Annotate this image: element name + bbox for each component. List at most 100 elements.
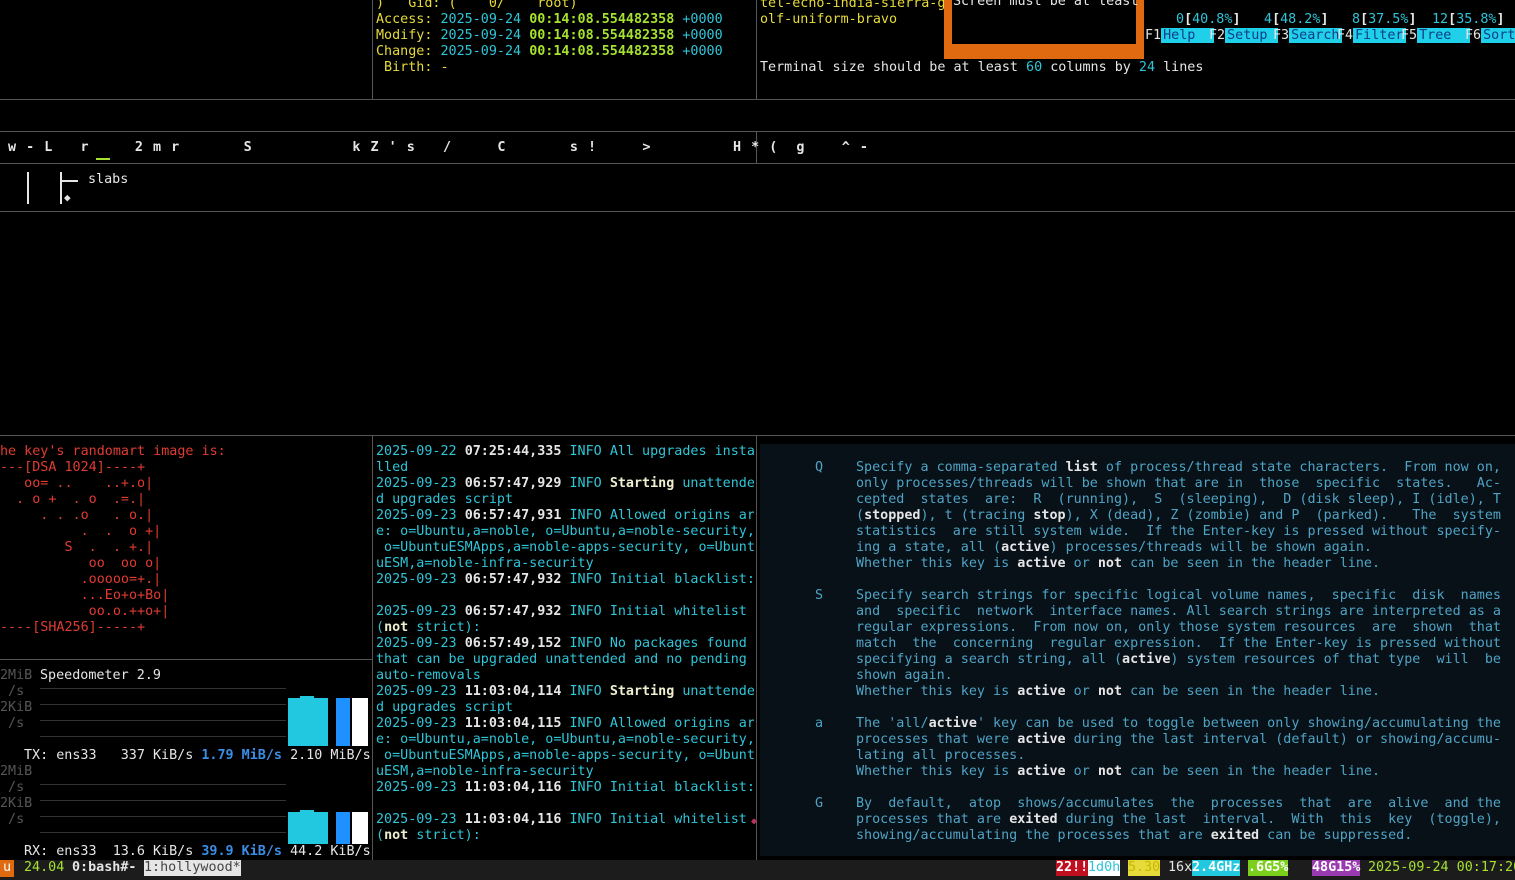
pane-divider bbox=[0, 211, 1515, 212]
randomart-line: oo= .. ..+.o| bbox=[0, 476, 154, 491]
help-text-line: (stopped), t (tracing stop), X (dead), Z… bbox=[856, 508, 1501, 523]
fkey-sortby[interactable]: F6SortB bbox=[1465, 28, 1515, 43]
help-key-label: G bbox=[815, 796, 824, 811]
log-entry-continuation: that can be upgraded unattended and no p… bbox=[376, 652, 747, 667]
rx-graph-bar bbox=[352, 812, 368, 844]
help-text-line: Whether this key is active or not can be… bbox=[856, 684, 1381, 699]
help-text-line: The 'all/active' key can be used to togg… bbox=[856, 716, 1501, 731]
scramble-text: w - L r 2 m r S k Z ' s / C s ! > H * ( … bbox=[8, 140, 869, 155]
tx-graph-bar bbox=[352, 698, 368, 746]
randomart-line: ...Eo+o+Bo| bbox=[0, 588, 170, 603]
pane-divider bbox=[756, 435, 757, 860]
pane-divider bbox=[0, 131, 1515, 132]
pane-divider bbox=[0, 163, 1515, 164]
help-text-line: regular expressions. From now on, only t… bbox=[856, 620, 1501, 635]
help-pane: Q Specify a comma-separated list of proce… bbox=[760, 444, 1515, 856]
randomart-line: oo oo o| bbox=[0, 556, 162, 571]
rx-scale: 2KiB bbox=[0, 796, 33, 811]
log-entry: 2025-09-23 11:03:04,114 INFO Starting un… bbox=[376, 684, 754, 699]
help-text-line: Specify a comma-separated list of proces… bbox=[856, 460, 1501, 475]
tree-line bbox=[60, 172, 62, 204]
status-uptime: 1d0h bbox=[1088, 860, 1121, 876]
help-text-line: Whether this key is active or not can be… bbox=[856, 556, 1381, 571]
log-entry-continuation: (not strict): bbox=[376, 620, 481, 635]
tree-label: slabs bbox=[88, 172, 129, 187]
window-tab-0[interactable]: 0:bash#- bbox=[72, 860, 137, 876]
help-text-line: statistics are still system wide. If the… bbox=[856, 524, 1501, 539]
log-pane: 2025-09-22 07:25:44,335 INFO All upgrade… bbox=[376, 444, 754, 856]
status-bar: u 24.04 0:bash#- 1:hollywood* 22!! 1d0h … bbox=[0, 860, 1515, 880]
log-entry-continuation: uESM,a=noble-infra-security bbox=[376, 764, 594, 779]
log-entry-continuation: uESM,a=noble-infra-security bbox=[376, 556, 594, 571]
hostname-pane: tel-echo-india-sierra-g olf-uniform-brav… bbox=[760, 0, 945, 36]
scramble-cursor bbox=[96, 158, 110, 160]
tx-stats: TX: ens33 337 KiB/s 1.79 MiB/s 2.10 MiB/… bbox=[24, 748, 371, 763]
help-text-line: showing/accumulating the processes that … bbox=[856, 828, 1413, 843]
pane-divider bbox=[0, 435, 1515, 436]
log-entry-continuation: e: o=Ubuntu,a=noble, o=Ubuntu,a=noble-se… bbox=[376, 732, 754, 747]
help-text-line: processes that are exited during the las… bbox=[856, 812, 1501, 827]
fkey-help[interactable]: F1 Help bbox=[1145, 28, 1214, 43]
screen-warning-text: Screen must be at least bbox=[953, 0, 1139, 9]
randomart-line: ----[SHA256]-----+ bbox=[0, 620, 146, 635]
window-tab-1[interactable]: 1:hollywood* bbox=[144, 860, 241, 876]
help-text-line: only processes/threads will be shown tha… bbox=[856, 476, 1501, 491]
log-entry-continuation: lled bbox=[376, 460, 409, 475]
tx-graph-bar bbox=[288, 698, 328, 746]
help-text-line: Whether this key is active or not can be… bbox=[856, 764, 1381, 779]
tree-node-icon: ◆ bbox=[64, 191, 71, 204]
randomart-line: . o + . o .=.| bbox=[0, 492, 146, 507]
rx-graph-peak bbox=[300, 810, 314, 813]
randomart-line: ---[DSA 1024]----+ bbox=[0, 460, 146, 475]
log-entry-continuation: e: o=Ubuntu,a=noble, o=Ubuntu,a=noble-se… bbox=[376, 524, 754, 539]
tx-graph-bar bbox=[336, 698, 350, 746]
tx-scale: 2MiB bbox=[0, 668, 33, 683]
log-entry: 2025-09-22 07:25:44,335 INFO All upgrade… bbox=[376, 444, 754, 459]
status-swap: 48G15% bbox=[1312, 860, 1361, 876]
randomart-line: . . o +| bbox=[0, 524, 162, 539]
log-entry: 2025-09-23 06:57:49,152 INFO No packages… bbox=[376, 636, 747, 651]
log-entry-continuation: auto-removals bbox=[376, 668, 481, 683]
randomart-line: oo.o.++o+| bbox=[0, 604, 170, 619]
cpu-meter: 8[37.5%] bbox=[1352, 12, 1417, 27]
log-entry: 2025-09-23 06:57:47,932 INFO Initial whi… bbox=[376, 604, 747, 619]
tx-unit: /s bbox=[0, 716, 25, 731]
stat-change: Change: 2025-09-24 00:14:08.554482358 +0… bbox=[376, 44, 723, 59]
stat-pane: ) Gid: ( 0/ root) Access: 2025-09-24 00:… bbox=[376, 0, 754, 96]
randomart-line: .ooooo=+.| bbox=[0, 572, 162, 587]
help-text-line: specifying a search string, all (active)… bbox=[856, 652, 1501, 667]
randomart-line: S . . +.| bbox=[0, 540, 154, 555]
status-mem: .6G5% bbox=[1248, 860, 1289, 876]
fkey-search[interactable]: F3 Search bbox=[1273, 28, 1342, 43]
help-text-line: lating all processes. bbox=[856, 748, 1026, 763]
log-entry-continuation bbox=[376, 588, 754, 604]
stat-gid: ) Gid: ( 0/ root) bbox=[376, 0, 578, 11]
fkey-filter[interactable]: F4 Filter bbox=[1337, 28, 1406, 43]
cpu-meter: 12[35.8%] bbox=[1432, 12, 1505, 27]
speedometer-title: Speedometer 2.9 bbox=[40, 668, 161, 683]
status-load: 5.30 bbox=[1128, 860, 1161, 876]
log-entry: 2025-09-23 06:57:47,929 INFO Starting un… bbox=[376, 476, 754, 491]
tx-scale: 2KiB bbox=[0, 700, 33, 715]
stat-modify: Modify: 2025-09-24 00:14:08.554482358 +0… bbox=[376, 28, 723, 43]
help-text-line: and specific network interface names. Al… bbox=[856, 604, 1501, 619]
help-text-line: match the concerning regular expression.… bbox=[856, 636, 1501, 651]
help-text-line: By default, atop shows/accumulates the p… bbox=[856, 796, 1501, 811]
status-left-mark: u bbox=[0, 860, 14, 877]
log-entry: 2025-09-23 11:03:04,116 INFO Initial whi… bbox=[376, 812, 747, 827]
help-text-line: shown again. bbox=[856, 668, 953, 683]
rx-unit: /s bbox=[0, 812, 25, 827]
log-entry-continuation: o=UbuntuESMApps,a=noble-apps-security, o… bbox=[376, 540, 754, 555]
log-entry-continuation: d upgrades script bbox=[376, 700, 514, 715]
log-entry: 2025-09-23 11:03:04,116 INFO Initial bla… bbox=[376, 780, 754, 795]
log-scroll-marker: ◆ bbox=[751, 816, 758, 827]
status-datetime: 2025-09-24 00:17:20 bbox=[1368, 860, 1515, 875]
fkey-setup[interactable]: F2 Setup bbox=[1209, 28, 1278, 43]
tx-unit: /s bbox=[0, 684, 25, 699]
rx-graph-bar bbox=[288, 812, 328, 844]
randomart-line: . . .o . o.| bbox=[0, 508, 154, 523]
randomart-title: he key's randomart image is: bbox=[0, 444, 226, 459]
log-entry: 2025-09-23 11:03:04,115 INFO Allowed ori… bbox=[376, 716, 754, 731]
fkey-tree[interactable]: F5 Tree bbox=[1401, 28, 1470, 43]
log-entry-continuation: o=UbuntuESMApps,a=noble-apps-security, o… bbox=[376, 748, 754, 763]
